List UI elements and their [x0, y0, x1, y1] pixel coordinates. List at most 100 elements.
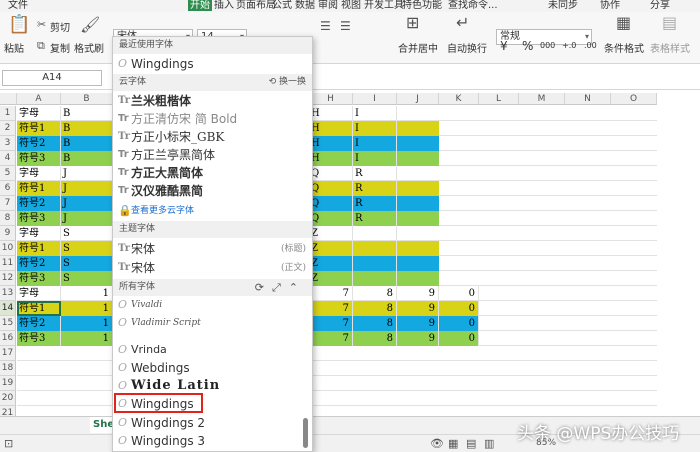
- grid-cell[interactable]: 9: [397, 286, 439, 301]
- merge-center-icon[interactable]: ⊞: [406, 15, 419, 31]
- tab-review[interactable]: 审阅: [318, 0, 338, 11]
- font-option-cloud-4[interactable]: Tr 方正兰亭黑简体: [113, 146, 312, 164]
- refresh-icon[interactable]: ⟳: [255, 281, 272, 294]
- grid-cell[interactable]: J: [61, 166, 113, 181]
- grid-cell[interactable]: H: [309, 121, 353, 136]
- collapse-icon[interactable]: ⌃: [289, 281, 306, 294]
- grid-cell[interactable]: R: [353, 196, 397, 211]
- grid-cell[interactable]: 0: [439, 331, 479, 346]
- grid-cell[interactable]: H: [309, 106, 353, 121]
- wrap-text-icon[interactable]: ↵: [456, 15, 469, 31]
- table-style-icon[interactable]: ▤: [662, 15, 677, 31]
- column-header[interactable]: J: [397, 93, 439, 105]
- grid-cell[interactable]: 9: [397, 331, 439, 346]
- grid-cell[interactable]: 1: [61, 316, 113, 331]
- row-header[interactable]: 2: [0, 121, 16, 136]
- font-option-cloud-1[interactable]: Tr 兰米粗楷体: [113, 92, 312, 110]
- eye-icon[interactable]: 👁: [430, 437, 444, 451]
- grid-cell[interactable]: 字母: [17, 166, 61, 181]
- column-header[interactable]: O: [611, 93, 657, 105]
- grid-cell[interactable]: H: [309, 136, 353, 151]
- grid-cell[interactable]: 7: [309, 301, 353, 316]
- grid-cell[interactable]: 符号3: [17, 151, 61, 166]
- grid-cell[interactable]: B: [61, 106, 113, 121]
- cut-icon[interactable]: ✂: [37, 18, 46, 32]
- row-header[interactable]: 3: [0, 136, 16, 151]
- sync-status[interactable]: 未同步: [548, 0, 578, 11]
- font-option-recent-wingdings[interactable]: O Wingdings: [113, 55, 312, 73]
- grid-cell[interactable]: H: [309, 151, 353, 166]
- grid-cell[interactable]: 符号3: [17, 331, 61, 346]
- page-layout-view-icon[interactable]: ▤: [466, 437, 476, 451]
- font-option-cloud-5[interactable]: Tr 方正大黑简体: [113, 164, 312, 182]
- grid-cell[interactable]: J: [61, 211, 113, 226]
- conditional-format-icon[interactable]: ▦: [616, 15, 631, 31]
- grid-cell[interactable]: 0: [439, 301, 479, 316]
- grid-cell[interactable]: R: [353, 181, 397, 196]
- select-all-corner[interactable]: [0, 93, 17, 105]
- name-box[interactable]: A14: [2, 70, 102, 86]
- tab-view[interactable]: 视图: [341, 0, 361, 11]
- paste-icon[interactable]: 📋: [8, 16, 30, 34]
- grid-cell[interactable]: 9: [397, 301, 439, 316]
- grid-cell[interactable]: Z: [309, 226, 353, 241]
- cut-button[interactable]: 剪切: [50, 19, 70, 34]
- grid-cell[interactable]: 字母: [17, 106, 61, 121]
- page-break-view-icon[interactable]: ▥: [484, 437, 494, 451]
- grid-cell[interactable]: 符号3: [17, 271, 61, 286]
- grid-cell[interactable]: S: [61, 271, 113, 286]
- format-painter-button[interactable]: 格式刷: [74, 40, 104, 55]
- grid-cell[interactable]: [353, 256, 397, 271]
- grid-cell[interactable]: 7: [309, 286, 353, 301]
- grid-cell[interactable]: 符号1: [17, 121, 61, 136]
- font-option-cloud-3[interactable]: Tr 方正小标宋_GBK: [113, 128, 312, 146]
- column-header[interactable]: A: [17, 93, 61, 105]
- grid-cell[interactable]: S: [61, 256, 113, 271]
- command-search[interactable]: 查找命令...: [448, 0, 498, 11]
- grid-cell[interactable]: I: [353, 151, 397, 166]
- grid-cell[interactable]: 符号1: [17, 181, 61, 196]
- font-option-cloud-2[interactable]: Tr 方正清仿宋 简 Bold: [113, 110, 312, 128]
- font-option-theme-heading[interactable]: Tr 宋体 (标题): [113, 240, 312, 258]
- grid-cell[interactable]: 8: [353, 331, 397, 346]
- row-header[interactable]: 5: [0, 166, 16, 181]
- grid-cell[interactable]: 8: [353, 301, 397, 316]
- row-header[interactable]: 18: [0, 361, 16, 376]
- grid-cell[interactable]: Q: [309, 196, 353, 211]
- tab-dev-tools[interactable]: 开发工具: [364, 0, 404, 11]
- grid-cell[interactable]: S: [61, 226, 113, 241]
- paste-button[interactable]: 粘贴: [4, 40, 24, 55]
- grid-cell[interactable]: 7: [309, 316, 353, 331]
- copy-icon[interactable]: ⧉: [37, 39, 45, 53]
- grid-cell[interactable]: 7: [309, 331, 353, 346]
- grid-cell[interactable]: Z: [309, 256, 353, 271]
- grid-cell[interactable]: R: [353, 166, 397, 181]
- grid-cell[interactable]: 1: [61, 301, 113, 316]
- refresh-fonts-button[interactable]: ⟲ 换一换: [269, 74, 306, 91]
- percent-button[interactable]: %: [522, 39, 533, 53]
- column-header[interactable]: K: [439, 93, 479, 105]
- grid-cell[interactable]: 8: [353, 316, 397, 331]
- tab-insert[interactable]: 插入: [214, 0, 234, 11]
- row-header[interactable]: 6: [0, 181, 16, 196]
- column-header[interactable]: I: [353, 93, 397, 105]
- tab-page-layout[interactable]: 页面布局: [236, 0, 276, 11]
- tab-formula[interactable]: 公式: [272, 0, 292, 11]
- font-option-vladimir-script[interactable]: O Vladimir Script: [113, 314, 312, 332]
- tab-features[interactable]: 特色功能: [402, 0, 442, 11]
- font-option-theme-body[interactable]: Tr 宋体 (正文): [113, 259, 312, 277]
- normal-view-icon[interactable]: ▦: [448, 437, 458, 451]
- thousands-button[interactable]: 000: [540, 41, 555, 50]
- decrease-decimal-button[interactable]: .00: [584, 41, 597, 50]
- table-style-button[interactable]: 表格样式: [650, 40, 690, 55]
- grid-cell[interactable]: 符号2: [17, 136, 61, 151]
- grid-cell[interactable]: 字母: [17, 286, 61, 301]
- grid-cell[interactable]: 0: [439, 286, 479, 301]
- row-header[interactable]: 8: [0, 211, 16, 226]
- status-icon[interactable]: ⊡: [4, 437, 13, 451]
- grid-cell[interactable]: I: [353, 121, 397, 136]
- tab-start[interactable]: 开始: [188, 0, 212, 11]
- row-header[interactable]: 16: [0, 331, 16, 346]
- currency-icon[interactable]: ¥: [500, 39, 508, 53]
- row-header[interactable]: 1: [0, 106, 16, 121]
